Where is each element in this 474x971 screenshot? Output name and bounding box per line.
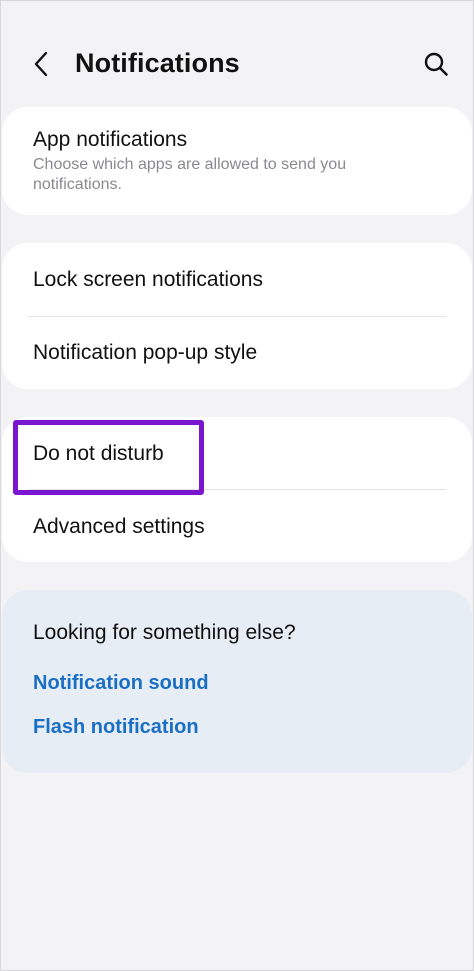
app-notifications-label: App notifications — [33, 128, 188, 151]
notification-popup-style-label: Notification pop-up style — [33, 341, 258, 364]
lock-screen-notifications-item[interactable]: Lock screen notifications — [2, 267, 472, 293]
highlight-box — [13, 420, 204, 495]
chevron-left-icon — [34, 51, 48, 77]
divider — [28, 316, 446, 317]
flash-notification-link[interactable]: Flash notification — [33, 716, 199, 739]
lock-screen-notifications-label: Lock screen notifications — [33, 268, 263, 291]
search-button[interactable] — [416, 44, 456, 84]
suggestions-card: Looking for something else? Notification… — [2, 590, 472, 773]
advanced-settings-item[interactable]: Advanced settings — [2, 514, 472, 540]
app-notifications-subtitle: Choose which apps are allowed to send yo… — [33, 156, 347, 193]
suggestions-title: Looking for something else? — [33, 621, 296, 644]
page-title: Notifications — [75, 48, 240, 78]
app-notifications-card: App notifications Choose which apps are … — [2, 107, 472, 215]
search-icon — [424, 52, 448, 76]
app-bar: Notifications — [0, 30, 474, 100]
notification-sound-link[interactable]: Notification sound — [33, 672, 209, 695]
advanced-settings-label: Advanced settings — [33, 515, 205, 538]
lock-screen-card: Lock screen notifications Notification p… — [2, 243, 472, 389]
app-notifications-item[interactable]: App notifications Choose which apps are … — [2, 127, 472, 195]
notification-popup-style-item[interactable]: Notification pop-up style — [2, 340, 472, 366]
back-button[interactable] — [22, 44, 62, 84]
